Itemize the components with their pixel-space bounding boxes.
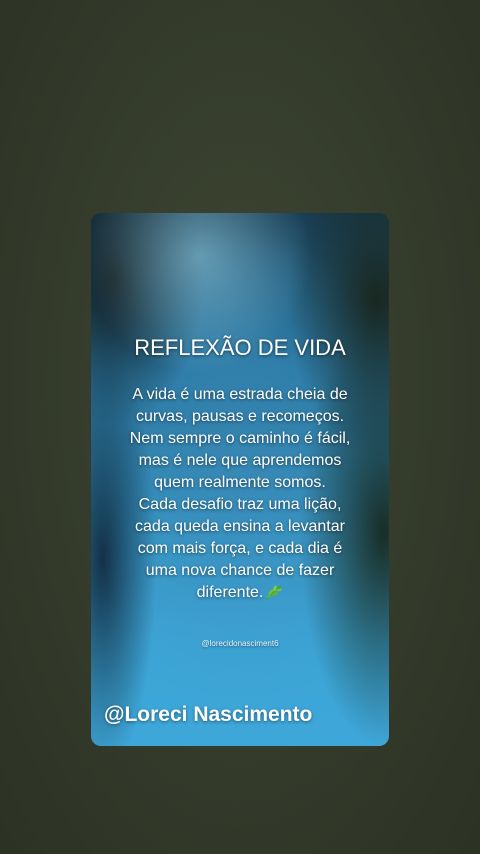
post-image-card: REFLEXÃO DE VIDA A vida é uma estrada ch…	[91, 213, 389, 746]
post-title: REFLEXÃO DE VIDA	[134, 335, 346, 360]
reflection-paragraph-1: A vida é uma estrada cheia de curvas, pa…	[129, 386, 351, 491]
reflection-paragraph-2: Cada desafio traz uma lição, cada queda …	[121, 494, 359, 604]
author-signature: @Loreci Nascimento	[104, 703, 313, 726]
herb-leaf-icon	[265, 584, 283, 600]
reflection-text: A vida é uma estrada cheia de curvas, pa…	[121, 384, 359, 604]
reflection-paragraph-2-text: Cada desafio traz uma lição, cada queda …	[135, 496, 345, 601]
small-handle-watermark: @lorecidonasciment6	[201, 639, 279, 648]
